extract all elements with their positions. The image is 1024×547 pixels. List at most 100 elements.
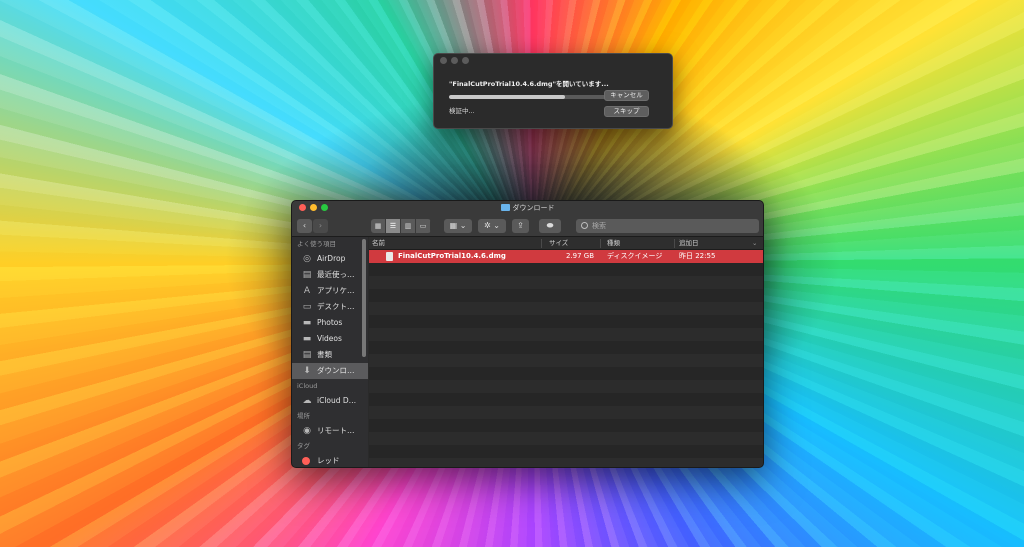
column-headers: 名前 サイズ 種類 追加日 ⌄ <box>369 237 763 250</box>
dialog-message: "FinalCutProTrial10.4.6.dmg"を開いています... <box>449 80 609 88</box>
sidebar-item-label: デスクト… <box>317 302 355 311</box>
close-icon[interactable] <box>299 204 306 211</box>
sidebar-item-label: ダウンロ… <box>317 366 355 375</box>
empty-row <box>369 276 763 289</box>
window-title: ダウンロード <box>512 204 555 212</box>
sidebar-item-tag-red[interactable]: レッド <box>292 453 368 467</box>
progress-fill <box>449 95 565 99</box>
cancel-button[interactable]: キャンセル <box>604 90 649 101</box>
share-icon: ⇪ <box>517 221 524 230</box>
sidebar-item-desktop[interactable]: ▭ デスクト… <box>292 299 368 315</box>
icon-view-icon[interactable]: ▦ <box>371 219 386 233</box>
remote-disc-icon: ◉ <box>303 426 311 436</box>
sidebar-item-label: レッド <box>317 456 340 465</box>
cloud-icon: ☁ <box>302 396 312 406</box>
empty-row <box>369 458 763 467</box>
tag-icon: ⬬ <box>546 221 554 230</box>
sidebar-item-label: 最近使っ… <box>317 270 355 279</box>
sidebar-item-label: AirDrop <box>317 254 346 263</box>
empty-row <box>369 289 763 302</box>
sidebar-header-tags: タグ <box>297 442 310 450</box>
file-list: 名前 サイズ 種類 追加日 ⌄ FinalCutProTrial10.4.6.d… <box>369 237 763 467</box>
empty-row <box>369 380 763 393</box>
red-tag-icon <box>302 457 310 465</box>
column-divider <box>541 239 542 248</box>
sidebar-item-label: iCloud D… <box>317 396 357 405</box>
airdrop-icon: ◎ <box>303 254 311 264</box>
column-header-kind[interactable]: 種類 <box>607 237 620 250</box>
finder-titlebar: ダウンロード <box>292 201 763 215</box>
desktop-icon: ▭ <box>302 302 312 312</box>
table-row[interactable]: FinalCutProTrial10.4.6.dmg 2.97 GB ディスクイ… <box>369 250 763 263</box>
sidebar-item-airdrop[interactable]: ◎ AirDrop <box>292 251 368 267</box>
forward-button[interactable]: › <box>313 219 328 233</box>
sidebar-item-applications[interactable]: A アプリケ… <box>292 283 368 299</box>
empty-row <box>369 354 763 367</box>
grid-icon: ▦ <box>449 221 458 230</box>
empty-row <box>369 302 763 315</box>
file-size: 2.97 GB <box>566 252 595 260</box>
zoom-icon[interactable] <box>462 57 469 64</box>
empty-row <box>369 432 763 445</box>
column-view-icon[interactable]: ▥ <box>401 219 416 233</box>
empty-row <box>369 419 763 432</box>
empty-row <box>369 367 763 380</box>
file-date-added: 昨日 22:55 <box>679 252 716 260</box>
finder-window-controls <box>299 204 328 211</box>
file-name: FinalCutProTrial10.4.6.dmg <box>398 252 506 260</box>
sidebar-item-label: 書類 <box>317 350 332 359</box>
sidebar-item-videos[interactable]: ▬ Videos <box>292 331 368 347</box>
group-button[interactable]: ▦ ⌄ <box>444 219 472 233</box>
sidebar-header-favorites: よく使う項目 <box>297 240 336 248</box>
list-view-icon[interactable]: ☰ <box>386 219 401 233</box>
finder-window: ダウンロード ‹ › ▦ ☰ ▥ ▭ ▦ ⌄ ✲ ⌄ ⇪ ⬬ 検索 よく使う項目… <box>291 200 764 468</box>
search-icon <box>581 222 588 229</box>
empty-row <box>369 406 763 419</box>
dialog-status: 検証中... <box>449 107 475 115</box>
tags-button[interactable]: ⬬ <box>539 219 561 233</box>
column-divider <box>600 239 601 248</box>
empty-row <box>369 341 763 354</box>
zoom-icon[interactable] <box>321 204 328 211</box>
sidebar-item-documents[interactable]: ▤ 書類 <box>292 347 368 363</box>
sidebar-item-label: アプリケ… <box>317 286 355 295</box>
sidebar-item-remote-disc[interactable]: ◉ リモート… <box>292 423 368 439</box>
column-divider <box>674 239 675 248</box>
sidebar-item-label: リモート… <box>317 426 355 435</box>
column-header-size[interactable]: サイズ <box>549 237 568 250</box>
column-header-name[interactable]: 名前 <box>372 237 385 250</box>
column-header-date-added[interactable]: 追加日 <box>679 237 699 250</box>
dialog-titlebar <box>434 54 672 68</box>
sidebar-item-downloads[interactable]: ⬇ ダウンロ… <box>292 363 368 379</box>
downloads-folder-icon <box>500 204 510 211</box>
finder-toolbar: ‹ › ▦ ☰ ▥ ▭ ▦ ⌄ ✲ ⌄ ⇪ ⬬ 検索 <box>292 215 763 237</box>
sidebar-item-photos[interactable]: ▬ Photos <box>292 315 368 331</box>
gear-icon: ✲ <box>484 221 491 230</box>
file-kind: ディスクイメージ <box>607 252 663 260</box>
empty-row <box>369 445 763 458</box>
skip-button[interactable]: スキップ <box>604 106 649 117</box>
minimize-icon[interactable] <box>310 204 317 211</box>
action-button[interactable]: ✲ ⌄ <box>478 219 506 233</box>
empty-row <box>369 328 763 341</box>
gallery-view-icon[interactable]: ▭ <box>416 219 431 233</box>
chevron-down-icon: ⌄ <box>459 221 467 230</box>
sidebar-header-icloud: iCloud <box>297 382 318 390</box>
recents-icon: ▤ <box>302 270 312 280</box>
close-icon[interactable] <box>440 57 447 64</box>
sidebar-item-recents[interactable]: ▤ 最近使っ… <box>292 267 368 283</box>
applications-icon: A <box>303 286 311 296</box>
sidebar-header-locations: 場所 <box>297 412 310 420</box>
search-field[interactable]: 検索 <box>576 219 759 233</box>
folder-icon: ▬ <box>302 334 312 344</box>
sidebar-item-icloud-drive[interactable]: ☁ iCloud D… <box>292 393 368 409</box>
minimize-icon[interactable] <box>451 57 458 64</box>
downloads-icon: ⬇ <box>303 366 311 376</box>
progress-bar <box>449 95 627 99</box>
back-button[interactable]: ‹ <box>297 219 312 233</box>
share-button[interactable]: ⇪ <box>512 219 529 233</box>
empty-row <box>369 393 763 406</box>
dialog-window-controls <box>440 57 469 64</box>
empty-row <box>369 315 763 328</box>
folder-icon: ▬ <box>302 318 312 328</box>
